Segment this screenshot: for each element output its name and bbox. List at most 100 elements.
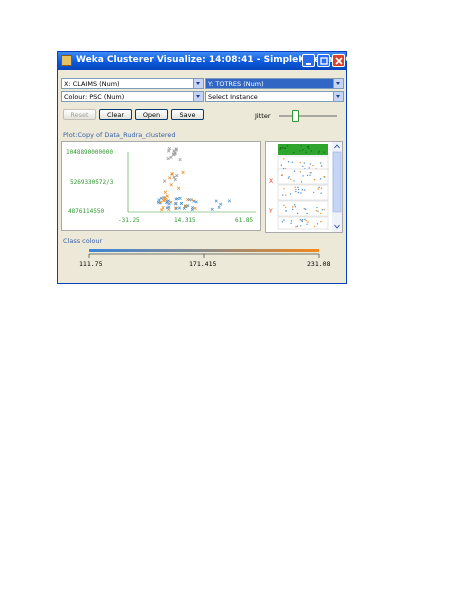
matrix-point	[321, 209, 324, 211]
scatter-plot-canvas[interactable]: 1048890000000 5269330572/3 4876114550 -3…	[62, 142, 260, 230]
matrix-point	[292, 206, 294, 208]
plot-point	[210, 207, 214, 211]
plot-point	[217, 205, 221, 209]
y-tick-label: 4876114550	[68, 208, 105, 215]
matrix-cell[interactable]	[277, 216, 329, 230]
matrix-point	[301, 220, 303, 223]
class-colour-tick-label: 171.415	[189, 260, 216, 268]
matrix-point	[290, 178, 292, 180]
matrix-point	[283, 204, 285, 207]
colour-select[interactable]: Colour: PSC (Num)	[61, 91, 204, 102]
matrix-point	[308, 147, 310, 150]
y-axis-select[interactable]: Y: TOTRES (Num)	[205, 78, 344, 89]
matrix-y-label: Y	[268, 208, 273, 215]
matrix-cell[interactable]	[277, 184, 329, 201]
plot-point	[159, 196, 163, 200]
matrix-point	[302, 149, 304, 151]
matrix-point	[300, 219, 302, 221]
matrix-point	[297, 186, 299, 189]
minimize-icon[interactable]	[302, 54, 315, 67]
matrix-point	[306, 223, 308, 225]
plot-point	[190, 206, 195, 210]
plot-point	[163, 179, 167, 183]
open-button[interactable]: Open	[135, 109, 168, 120]
matrix-point	[295, 190, 297, 193]
plot-point	[178, 157, 182, 162]
class-colour-scale: 111.75 171.415 231.08	[79, 249, 331, 268]
x-axis-select[interactable]: X: CLAIMS (Num)	[61, 78, 204, 89]
plot-point	[181, 170, 185, 175]
matrix-point	[320, 187, 323, 189]
chevron-down-icon[interactable]	[193, 79, 203, 88]
jitter-label: Jitter	[255, 112, 271, 120]
matrix-point	[293, 152, 295, 154]
matrix-point	[316, 206, 318, 209]
matrix-point	[293, 170, 296, 172]
matrix-point	[283, 147, 285, 149]
matrix-point	[320, 165, 323, 167]
plot-point	[169, 155, 173, 160]
matrix-point	[306, 146, 308, 148]
y-tick-label: 1048890000000	[66, 149, 113, 156]
jitter-slider-track[interactable]	[279, 115, 337, 117]
plot-point	[193, 206, 197, 210]
matrix-point	[318, 152, 320, 154]
scatter-plot[interactable]: 1048890000000 5269330572/3 4876114550 -3…	[61, 141, 261, 231]
matrix-point	[289, 193, 292, 195]
matrix-point	[316, 223, 319, 225]
matrix-point	[305, 151, 307, 153]
scrollbar-thumb[interactable]	[332, 151, 342, 213]
chevron-down-icon[interactable]	[193, 92, 203, 101]
matrix-point	[280, 164, 283, 166]
matrix-point	[293, 180, 295, 182]
attribute-matrix-panel[interactable]: X Y	[265, 141, 343, 233]
reset-button[interactable]: Reset	[63, 109, 96, 120]
matrix-point	[280, 174, 283, 176]
plot-point	[219, 202, 223, 206]
plot-point	[168, 176, 172, 180]
close-icon[interactable]	[332, 54, 345, 67]
y-tick-label: 5269330572/3	[70, 179, 114, 186]
matrix-point	[290, 222, 292, 224]
matrix-point	[310, 150, 312, 152]
matrix-point	[294, 205, 297, 208]
matrix-point	[285, 147, 287, 149]
chevron-down-icon[interactable]	[333, 92, 343, 101]
matrix-point	[303, 162, 305, 164]
maximize-icon[interactable]	[317, 54, 330, 67]
plot-point	[188, 198, 192, 202]
save-button[interactable]: Save	[171, 109, 204, 120]
plot-point	[194, 200, 198, 204]
matrix-point	[296, 212, 299, 215]
matrix-cells	[277, 145, 329, 230]
class-colour-tick-label: 111.75	[79, 260, 103, 268]
matrix-point	[313, 225, 316, 228]
clusterer-visualize-window: Weka Clusterer Visualize: 14:08:41 - Sim…	[57, 51, 397, 284]
plot-point	[165, 194, 169, 198]
matrix-point	[279, 148, 281, 151]
clear-button[interactable]: Clear	[99, 109, 132, 120]
plot-point	[227, 199, 231, 203]
matrix-point	[304, 218, 306, 221]
select-instance-select[interactable]: Select Instance	[205, 91, 344, 102]
matrix-point	[297, 188, 300, 191]
matrix-point	[280, 147, 282, 149]
matrix-point	[299, 150, 301, 152]
title-bar[interactable]: Weka Clusterer Visualize: 14:08:41 - Sim…	[58, 52, 397, 70]
matrix-point	[290, 220, 293, 222]
matrix-point	[284, 206, 287, 208]
matrix-point	[307, 221, 309, 223]
plot-point	[163, 190, 168, 194]
matrix-point	[283, 158, 285, 160]
matrix-point	[291, 161, 294, 164]
plot-point	[177, 186, 181, 190]
plot-point	[166, 156, 170, 161]
matrix-point	[297, 191, 300, 194]
matrix-point	[303, 189, 306, 191]
weka-app-icon	[61, 55, 72, 66]
jitter-slider-handle[interactable]	[292, 110, 299, 122]
attribute-matrix-canvas[interactable]: X Y	[266, 142, 342, 232]
chevron-down-icon[interactable]	[333, 79, 343, 88]
matrix-point	[320, 162, 322, 164]
colour-select-value: Colour: PSC (Num)	[64, 93, 125, 101]
